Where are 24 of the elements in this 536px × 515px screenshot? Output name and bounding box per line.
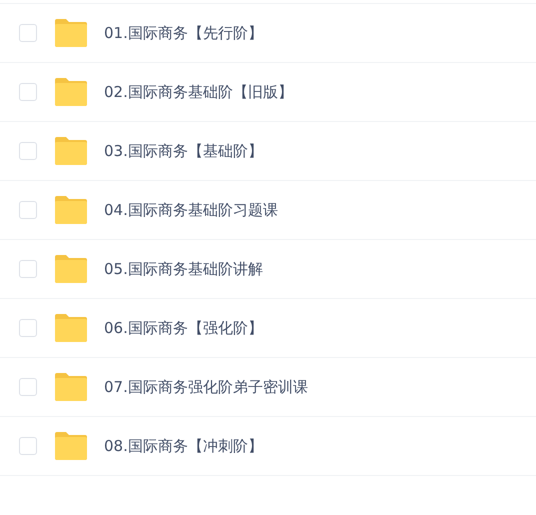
checkbox[interactable] <box>19 378 37 396</box>
folder-icon <box>54 255 88 283</box>
folder-name[interactable]: 05.国际商务基础阶讲解 <box>104 260 263 278</box>
folder-name[interactable]: 01.国际商务【先行阶】 <box>104 24 263 42</box>
folder-name[interactable]: 06.国际商务【强化阶】 <box>104 318 263 338</box>
folder-icon <box>54 314 88 342</box>
folder-name[interactable]: 04.国际商务基础阶习题课 <box>104 200 278 220</box>
folder-icon <box>54 137 88 165</box>
folder-name[interactable]: 07.国际商务强化阶弟子密训课 <box>104 378 308 396</box>
checkbox[interactable] <box>19 319 37 337</box>
folder-name[interactable]: 08.国际商务【冲刺阶】 <box>104 436 263 456</box>
folder-name[interactable]: 02.国际商务基础阶【旧版】 <box>104 82 293 102</box>
folder-name[interactable]: 03.国际商务【基础阶】 <box>104 142 263 160</box>
checkbox[interactable] <box>19 24 37 42</box>
folder-icon <box>54 373 88 401</box>
folder-icon <box>54 432 88 460</box>
folder-icon <box>54 196 88 224</box>
checkbox[interactable] <box>19 201 37 219</box>
checkbox[interactable] <box>19 437 37 455</box>
checkbox[interactable] <box>19 142 37 160</box>
folder-icon <box>54 19 88 47</box>
folder-icon <box>54 78 88 106</box>
checkbox[interactable] <box>19 260 37 278</box>
checkbox[interactable] <box>19 83 37 101</box>
